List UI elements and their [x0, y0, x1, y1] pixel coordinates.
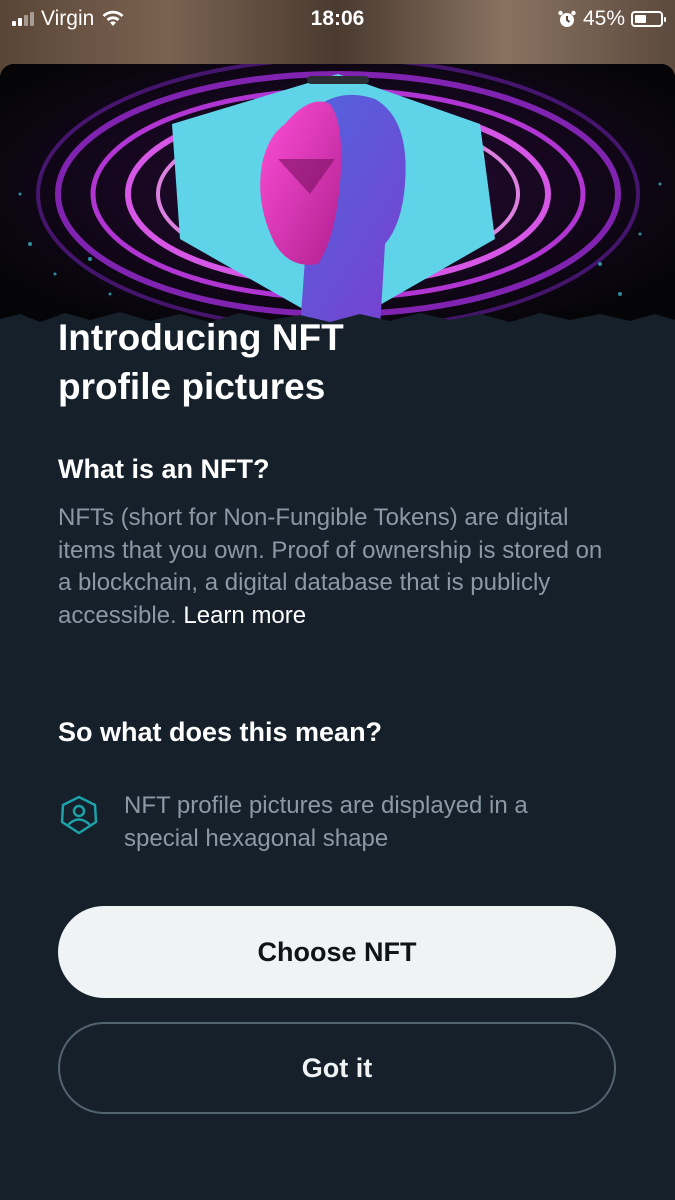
status-bar: Virgin 18:06 45% [0, 0, 675, 38]
battery-icon [631, 11, 666, 27]
drag-handle[interactable] [307, 76, 369, 84]
nft-description: NFTs (short for Non-Fungible Tokens) are… [58, 502, 618, 632]
feature-text: NFT profile pictures are displayed in a … [124, 792, 528, 852]
learn-more-link[interactable]: Learn more [183, 602, 306, 629]
title-line-2: profile pictures [58, 366, 326, 407]
hexagon-user-icon [60, 795, 98, 835]
battery-fill [635, 15, 646, 23]
status-right: 45% [557, 7, 666, 31]
feature-item: NFT profile pictures are displayed in a … [58, 790, 618, 855]
page-title: Introducing NFT profile pictures [58, 313, 578, 411]
hero-artwork [0, 64, 675, 334]
battery-percent: 45% [582, 7, 625, 30]
got-it-button[interactable]: Got it [58, 1022, 616, 1114]
alarm-icon [558, 10, 576, 27]
scroll-fade [0, 880, 675, 905]
nft-description-text: NFTs (short for Non-Fungible Tokens) are… [58, 504, 603, 629]
choose-nft-button[interactable]: Choose NFT [58, 906, 616, 998]
section-heading-meaning: So what does this mean? [58, 717, 383, 747]
section-heading-what-is-nft: What is an NFT? [58, 454, 270, 484]
title-line-1: Introducing NFT [58, 317, 344, 358]
hero-image [0, 64, 675, 334]
